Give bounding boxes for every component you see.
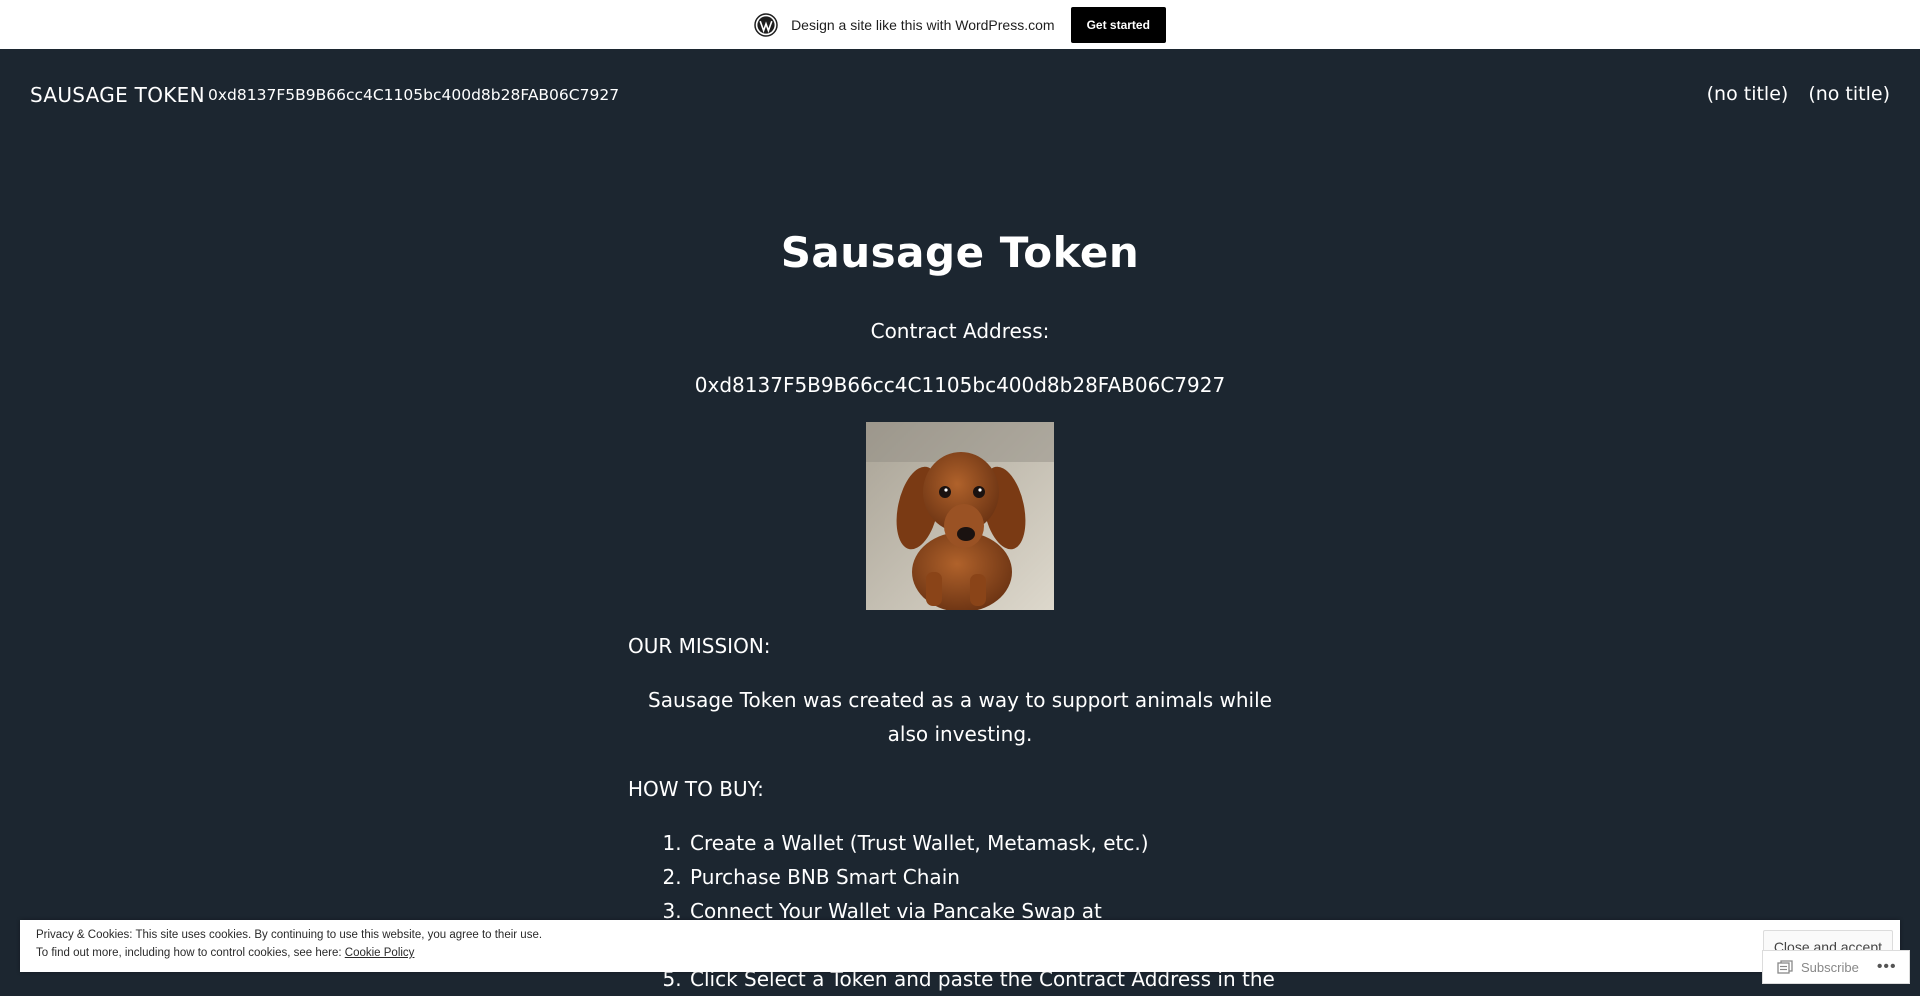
how-to-buy-heading: HOW TO BUY: bbox=[628, 777, 764, 801]
cookie-text-line2: To find out more, including how to contr… bbox=[36, 947, 414, 959]
subscribe-button[interactable]: Subscribe bbox=[1801, 960, 1859, 975]
more-options-icon[interactable]: ••• bbox=[1877, 958, 1897, 976]
cookie-text-line2-label: To find out more, including how to contr… bbox=[36, 947, 342, 959]
nav-item-2[interactable]: (no title) bbox=[1808, 83, 1890, 105]
mission-text: Sausage Token was created as a way to su… bbox=[648, 688, 1272, 746]
cookie-policy-link[interactable]: Cookie Policy bbox=[345, 947, 415, 959]
contract-address: 0xd8137F5B9B66cc4C1105bc400d8b28FAB06C79… bbox=[694, 373, 1226, 397]
reader-icon bbox=[1777, 960, 1793, 974]
dachshund-photo bbox=[866, 422, 1054, 610]
mission-heading: OUR MISSION: bbox=[628, 634, 771, 658]
cookie-banner: Privacy & Cookies: This site uses cookie… bbox=[20, 920, 1900, 972]
step-item: Purchase BNB Smart Chain bbox=[688, 860, 1292, 894]
wordpress-logo-icon[interactable] bbox=[754, 12, 778, 37]
wordpress-banner-text: Design a site like this with WordPress.c… bbox=[791, 16, 1055, 33]
get-started-button[interactable]: Get started bbox=[1070, 6, 1166, 43]
subscribe-bar: Subscribe ••• bbox=[1762, 950, 1910, 984]
wordpress-banner: Design a site like this with WordPress.c… bbox=[0, 0, 1920, 49]
site-title[interactable]: SAUSAGE TOKEN bbox=[30, 83, 205, 107]
primary-nav: (no title) (no title) bbox=[1707, 83, 1890, 105]
step-item: Create a Wallet (Trust Wallet, Metamask,… bbox=[688, 826, 1292, 860]
contract-label: Contract Address: bbox=[870, 319, 1050, 343]
site-header: SAUSAGE TOKEN 0xd8137F5B9B66cc4C1105bc40… bbox=[0, 49, 1920, 144]
site-tagline: 0xd8137F5B9B66cc4C1105bc400d8b28FAB06C79… bbox=[208, 86, 620, 104]
cookie-text-line1: Privacy & Cookies: This site uses cookie… bbox=[36, 929, 543, 941]
page-title: Sausage Token bbox=[780, 228, 1140, 277]
nav-item-1[interactable]: (no title) bbox=[1707, 83, 1789, 105]
